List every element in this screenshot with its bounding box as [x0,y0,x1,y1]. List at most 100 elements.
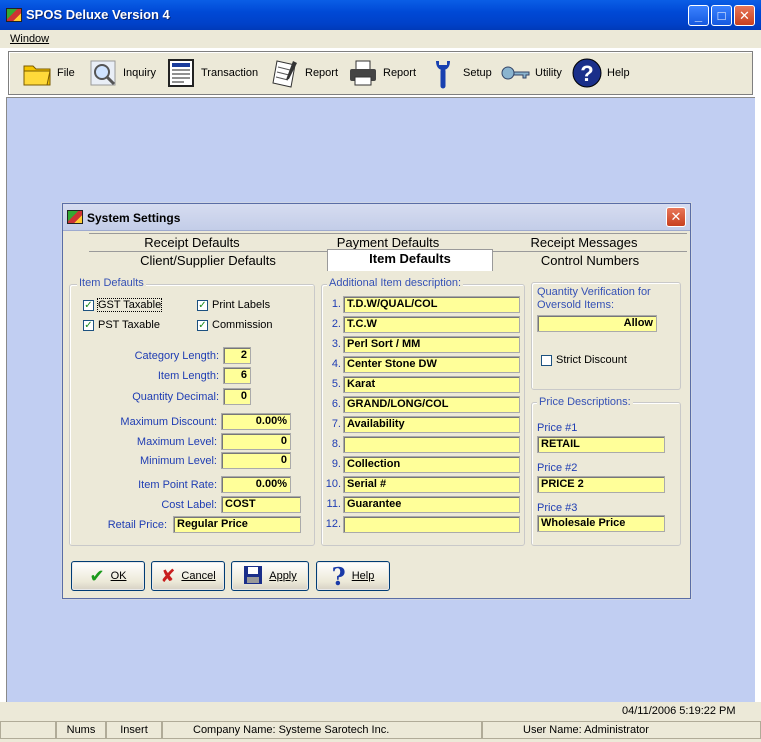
minimum-level-label: Minimum Level: [139,455,217,467]
additional-item-number: 11. [326,498,341,510]
app-icon [6,8,22,22]
additional-item-number: 9. [331,458,341,470]
tab-receipt-defaults[interactable]: Receipt Defaults [89,233,295,252]
status-datetime: 04/11/2006 5:19:22 PM [622,705,736,717]
checkbox-box [541,354,552,366]
status-bar: 04/11/2006 5:19:22 PM Nums Insert Compan… [0,702,761,742]
status-company: Company Name: Systeme Sarotech Inc. [162,721,482,739]
close-button[interactable]: ✕ [734,5,755,26]
category-length-field[interactable]: 2 [223,347,251,364]
commission-checkbox[interactable]: ✓ Commission [197,319,273,331]
toolbar-inquiry-button[interactable]: Inquiry [87,56,156,90]
folder-icon [21,57,53,89]
price-3-field[interactable]: Wholesale Price [537,515,665,532]
item-defaults-legend: Item Defaults [77,277,146,289]
tab-receipt-messages[interactable]: Receipt Messages [481,233,687,252]
additional-item-number: 7. [331,418,341,430]
additional-item-field[interactable]: T.D.W/QUAL/COL [343,296,520,313]
price-1-label: Price #1 [537,422,578,434]
additional-item-field[interactable]: Serial # [343,476,520,493]
item-length-label: Item Length: [157,370,219,382]
dialog-title: System Settings [87,211,181,225]
minimum-level-field[interactable]: 0 [221,452,291,469]
item-point-rate-label: Item Point Rate: [138,479,217,491]
notepad-icon [269,57,301,89]
checkbox-box: ✓ [83,299,94,311]
quantity-decimal-label: Quantity Decimal: [132,391,219,403]
tab-control-numbers[interactable]: Control Numbers [493,251,687,270]
checkbox-box: ✓ [197,299,208,311]
help-icon: ? [571,57,603,89]
additional-item-field[interactable] [343,516,520,533]
additional-item-field[interactable]: Perl Sort / MM [343,336,520,353]
price-1-field[interactable]: RETAIL [537,436,665,453]
additional-item-field[interactable] [343,436,520,453]
pst-taxable-checkbox[interactable]: ✓ PST Taxable [83,319,160,331]
minimize-button[interactable]: _ [688,5,709,26]
title-bar: SPOS Deluxe Version 4 _ □ ✕ [0,0,761,30]
additional-item-number: 10. [325,478,341,490]
window-title: SPOS Deluxe Version 4 [26,7,170,22]
additional-item-number: 1. [331,298,341,310]
toolbar-setup-button[interactable]: Setup [427,56,492,90]
status-blank [0,721,56,739]
gst-taxable-checkbox[interactable]: ✓ GST Taxable [83,298,163,312]
quantity-verification-legend: Quantity Verification for Oversold Items… [535,286,675,312]
toolbar-transaction-button[interactable]: Transaction [165,56,258,90]
toolbar-file-button[interactable]: File [21,56,75,90]
item-length-field[interactable]: 6 [223,367,251,384]
additional-description-legend: Additional Item description: [327,277,464,289]
maximum-level-field[interactable]: 0 [221,433,291,450]
maximum-discount-label: Maximum Discount: [120,416,217,428]
category-length-label: Category Length: [134,350,219,362]
tab-item-defaults[interactable]: Item Defaults [327,249,493,271]
price-2-field[interactable]: PRICE 2 [537,476,665,493]
price-descriptions-legend: Price Descriptions: [537,396,633,408]
tab-client-supplier-defaults[interactable]: Client/Supplier Defaults [89,251,327,270]
additional-item-field[interactable]: T.C.W [343,316,520,333]
print-labels-checkbox[interactable]: ✓ Print Labels [197,299,270,311]
strict-discount-checkbox[interactable]: Strict Discount [541,354,627,366]
apply-button[interactable]: Apply [231,561,309,591]
additional-item-field[interactable]: Collection [343,456,520,473]
status-insert: Insert [106,721,162,739]
maximum-discount-field[interactable]: 0.00% [221,413,291,430]
additional-item-number: 4. [331,358,341,370]
oversold-verification-field[interactable]: Allow [537,315,657,332]
checkmark-icon: ✔ [89,565,105,586]
additional-item-number: 3. [331,338,341,350]
maximum-level-label: Maximum Level: [136,436,217,448]
cancel-button[interactable]: ✘ Cancel [151,561,225,591]
cost-label-field[interactable]: COST [221,496,301,513]
menu-bar: Window [0,30,761,48]
printer-icon [347,57,379,89]
cost-label-label: Cost Label: [161,499,217,511]
document-icon [165,57,197,89]
toolbar-utility-button[interactable]: Utility [499,56,562,90]
additional-item-number: 5. [331,378,341,390]
maximize-button[interactable]: □ [711,5,732,26]
toolbar-print-report-button[interactable]: Report [347,56,416,90]
retail-price-field[interactable]: Regular Price [173,516,301,533]
additional-item-field[interactable]: Center Stone DW [343,356,520,373]
key-icon [499,57,531,89]
additional-item-field[interactable]: Availability [343,416,520,433]
quantity-decimal-field[interactable]: 0 [223,388,251,405]
help-button[interactable]: ? Help [316,561,390,591]
ok-button[interactable]: ✔ OK [71,561,145,591]
toolbar-help-button[interactable]: ? Help [571,56,630,90]
wrench-icon [427,57,459,89]
additional-item-field[interactable]: Karat [343,376,520,393]
svg-text:?: ? [580,61,593,86]
dialog-icon [67,210,83,224]
toolbar-report-button[interactable]: Report [269,56,338,90]
menu-window[interactable]: Window [10,33,49,45]
cross-icon: ✘ [160,565,176,586]
checkbox-box: ✓ [197,319,208,331]
additional-item-field[interactable]: Guarantee [343,496,520,513]
additional-item-field[interactable]: GRAND/LONG/COL [343,396,520,413]
item-point-rate-field[interactable]: 0.00% [221,476,291,493]
dialog-close-button[interactable]: ✕ [666,207,686,227]
retail-price-label: Retail Price: [107,519,167,531]
price-3-label: Price #3 [537,502,578,514]
